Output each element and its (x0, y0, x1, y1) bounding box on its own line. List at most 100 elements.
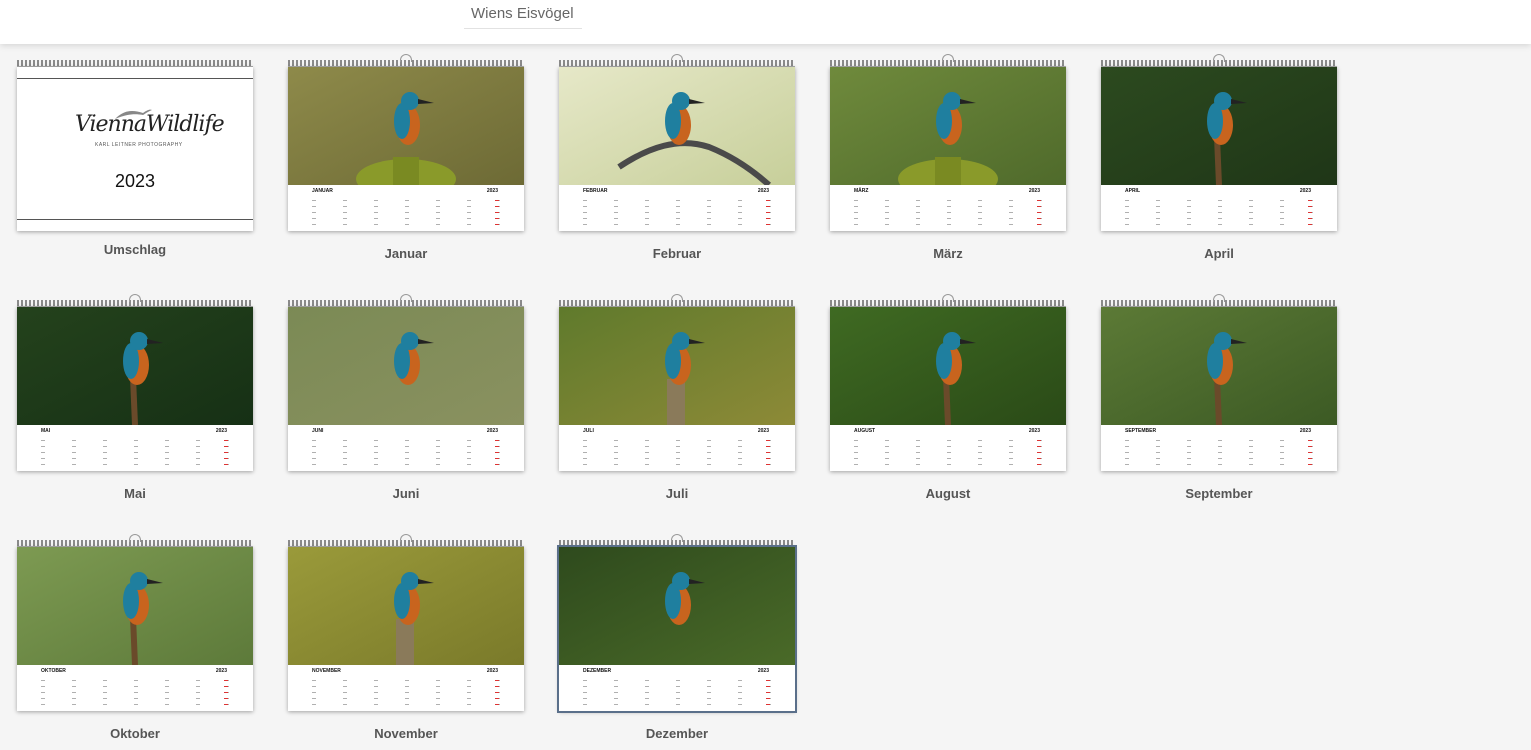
calendar-title-input[interactable]: Wiens Eisvögel (464, 2, 582, 29)
calendar-year: 2023 (1299, 188, 1311, 194)
calendar-grid: MAI 2023 (17, 425, 253, 471)
calendar-page: APRIL 2023 (1101, 67, 1337, 231)
kingfisher-photo (1101, 307, 1337, 425)
calendar-month-name: JANUAR (312, 188, 333, 194)
calendar-month-name: NOVEMBER (312, 668, 341, 674)
kingfisher-photo (559, 547, 795, 665)
hanger-hook (400, 54, 412, 62)
page-label: Februar (652, 246, 702, 261)
calendar-month-name: MAI (41, 428, 51, 434)
kingfisher-photo (559, 67, 795, 185)
month-card-march[interactable]: MÄRZ 2023 März (830, 54, 1066, 261)
spiral-binding (17, 60, 253, 67)
kingfisher-icon (288, 67, 524, 185)
calendar-sundays (1037, 436, 1041, 468)
calendar-sundays (766, 676, 770, 708)
page-label: September (1185, 486, 1253, 501)
month-card-july[interactable]: JULI 2023 Juli (559, 294, 795, 501)
calendar-grid: JULI 2023 (559, 425, 795, 471)
kingfisher-photo (288, 67, 524, 185)
calendar-year: 2023 (1299, 428, 1311, 434)
kingfisher-photo (830, 307, 1066, 425)
calendar-days (583, 196, 771, 228)
calendar-sundays (495, 676, 499, 708)
cover-page: ViennaWildlife KARL LEITNER PHOTOGRAPHY … (17, 67, 253, 231)
calendar-days (41, 676, 229, 708)
month-card-august[interactable]: AUGUST 2023 August (830, 294, 1066, 501)
hanger-hook (942, 54, 954, 62)
kingfisher-icon (830, 67, 1066, 185)
kingfisher-icon (17, 307, 253, 425)
kingfisher-photo (1101, 67, 1337, 185)
calendar-days (312, 436, 500, 468)
calendar-page: AUGUST 2023 (830, 307, 1066, 471)
calendar-year: 2023 (215, 428, 227, 434)
calendar-year: 2023 (757, 428, 769, 434)
calendar-days (41, 436, 229, 468)
kingfisher-icon (1101, 307, 1337, 425)
calendar-sundays (1037, 196, 1041, 228)
kingfisher-icon (288, 547, 524, 665)
calendar-page: DEZEMBER 2023 (557, 545, 797, 713)
calendar-month-name: DEZEMBER (583, 668, 612, 674)
hanger-hook (1213, 294, 1225, 302)
kingfisher-photo (17, 307, 253, 425)
kingfisher-icon (830, 307, 1066, 425)
calendar-days (583, 676, 771, 708)
month-card-september[interactable]: SEPTEMBER 2023 September (1101, 294, 1337, 501)
cover-page-card[interactable]: ViennaWildlife KARL LEITNER PHOTOGRAPHY … (17, 60, 253, 257)
month-card-december[interactable]: DEZEMBER 2023 Dezember (557, 534, 797, 741)
calendar-year: 2023 (215, 668, 227, 674)
page-label: November (374, 726, 438, 741)
calendar-days (312, 196, 500, 228)
page-label: Mai (124, 486, 146, 501)
calendar-days (1125, 196, 1313, 228)
calendar-month-name: JUNI (312, 428, 324, 434)
month-card-february[interactable]: FEBRUAR 2023 Februar (559, 54, 795, 261)
page-label: Juli (665, 486, 689, 501)
hanger-hook (400, 534, 412, 542)
hanger-hook (129, 294, 141, 302)
calendar-grid: APRIL 2023 (1101, 185, 1337, 231)
calendar-year: 2023 (486, 188, 498, 194)
month-card-january[interactable]: JANUAR 2023 Januar (288, 54, 524, 261)
month-card-october[interactable]: OKTOBER 2023 Oktober (17, 534, 253, 741)
month-card-november[interactable]: NOVEMBER 2023 November (288, 534, 524, 741)
calendar-page: JANUAR 2023 (288, 67, 524, 231)
calendar-year: 2023 (757, 668, 769, 674)
kingfisher-photo (830, 67, 1066, 185)
calendar-year: 2023 (1028, 428, 1040, 434)
calendar-month-name: MÄRZ (854, 188, 869, 194)
calendar-month-name: OKTOBER (41, 668, 66, 674)
month-card-may[interactable]: MAI 2023 Mai (17, 294, 253, 501)
page-label: April (1204, 246, 1234, 261)
page-label: August (925, 486, 971, 501)
calendar-month-name: AUGUST (854, 428, 876, 434)
calendar-page: MÄRZ 2023 (830, 67, 1066, 231)
page-label: Juni (392, 486, 420, 501)
calendar-year: 2023 (757, 188, 769, 194)
top-bar: Wiens Eisvögel (0, 0, 1531, 44)
calendar-sundays (495, 196, 499, 228)
month-card-june[interactable]: JUNI 2023 Juni (288, 294, 524, 501)
calendar-sundays (224, 436, 228, 468)
page-label: Januar (384, 246, 428, 261)
calendar-month-name: JULI (583, 428, 594, 434)
calendar-page: OKTOBER 2023 (17, 547, 253, 711)
kingfisher-icon (1101, 67, 1337, 185)
hanger-hook (129, 534, 141, 542)
calendar-year: 2023 (486, 668, 498, 674)
calendar-page: MAI 2023 (17, 307, 253, 471)
page-label: Umschlag (103, 242, 167, 257)
brand-logo-text: ViennaWildlife (75, 112, 225, 137)
calendar-page: JUNI 2023 (288, 307, 524, 471)
calendar-grid: JUNI 2023 (288, 425, 524, 471)
calendar-days (312, 676, 500, 708)
month-card-april[interactable]: APRIL 2023 April (1101, 54, 1337, 261)
calendar-sundays (1308, 436, 1312, 468)
calendar-grid: FEBRUAR 2023 (559, 185, 795, 231)
kingfisher-icon (559, 547, 795, 665)
kingfisher-icon (288, 307, 524, 425)
hanger-hook (1213, 54, 1225, 62)
calendar-grid: SEPTEMBER 2023 (1101, 425, 1337, 471)
